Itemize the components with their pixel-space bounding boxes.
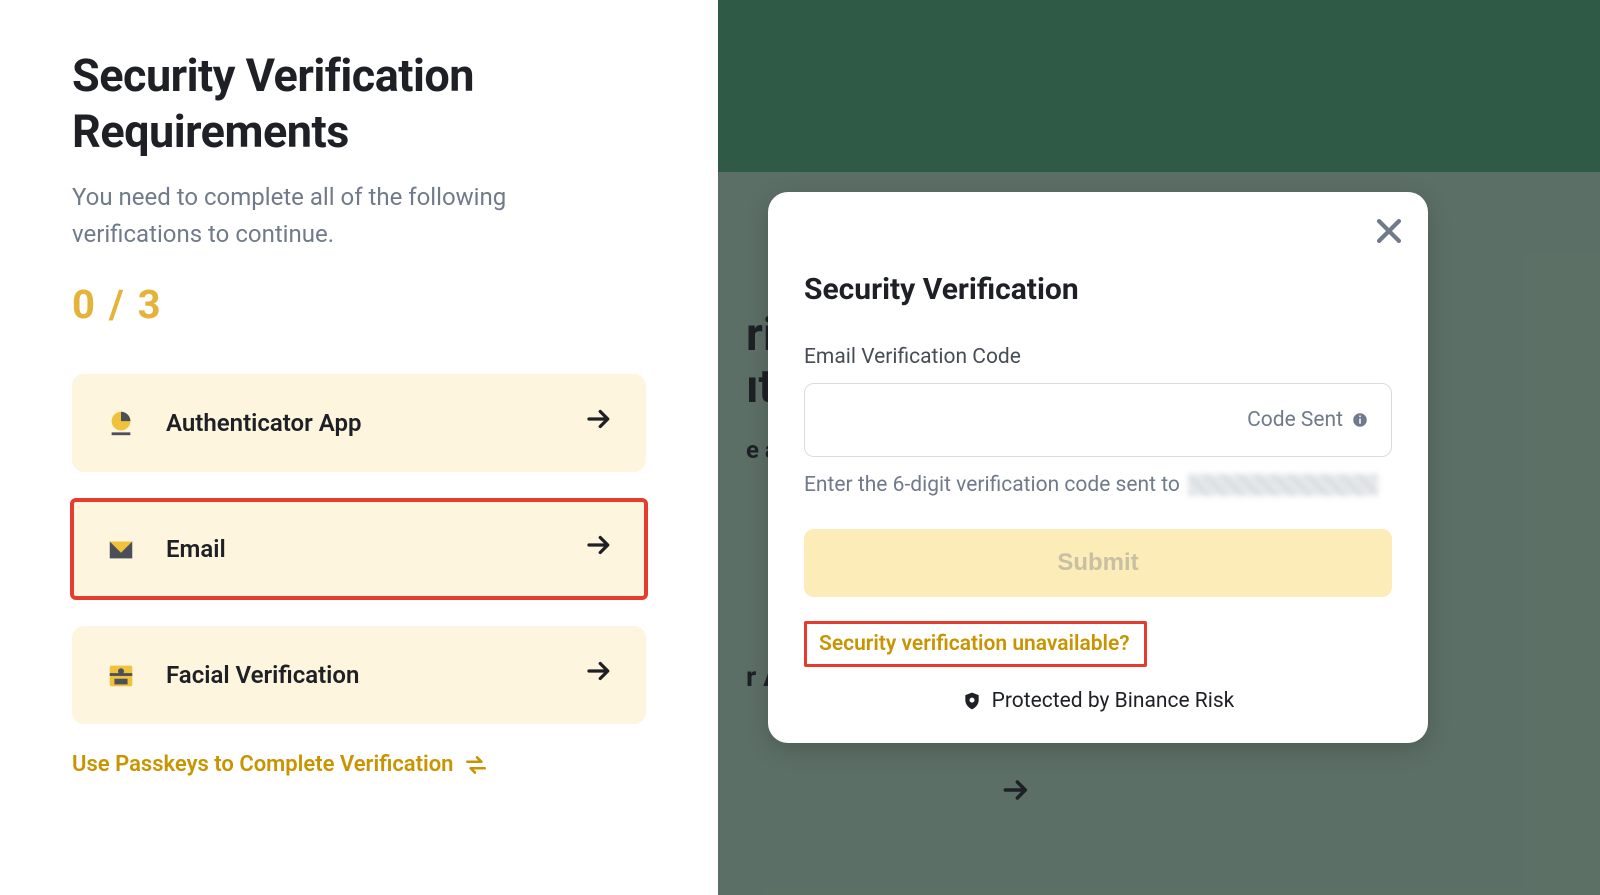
face-icon	[104, 658, 138, 692]
modal-title: Security Verification	[804, 272, 1392, 307]
method-facial-verification[interactable]: Facial Verification	[72, 626, 646, 724]
right-panel: rif ıt: e al r A Security Verification E…	[718, 0, 1600, 895]
close-button[interactable]	[1372, 214, 1406, 248]
arrow-right-icon	[584, 404, 614, 442]
arrow-right-icon	[584, 656, 614, 694]
page-title: Security Verification Requirements	[72, 48, 646, 161]
protected-by: Protected by Binance Risk	[804, 689, 1392, 713]
page-subtitle: You need to complete all of the followin…	[72, 179, 632, 253]
shield-icon	[962, 691, 982, 711]
passkey-link-label: Use Passkeys to Complete Verification	[72, 752, 453, 777]
progress-counter: 0 / 3	[72, 281, 646, 328]
method-authenticator-app[interactable]: Authenticator App	[72, 374, 646, 472]
submit-button[interactable]: Submit	[804, 529, 1392, 597]
code-input[interactable]	[827, 407, 1247, 433]
field-label: Email Verification Code	[804, 345, 1392, 369]
method-label: Facial Verification	[166, 661, 584, 689]
code-sent-status: Code Sent	[1247, 408, 1369, 432]
code-sent-label: Code Sent	[1247, 408, 1343, 432]
method-label: Email	[166, 535, 584, 563]
verification-unavailable-link[interactable]: Security verification unavailable?	[804, 621, 1147, 667]
info-icon	[1351, 411, 1369, 429]
security-verification-modal: Security Verification Email Verification…	[768, 192, 1428, 743]
verification-methods: Authenticator App Email	[72, 374, 646, 724]
authenticator-icon	[104, 406, 138, 440]
email-icon	[104, 532, 138, 566]
method-label: Authenticator App	[166, 409, 584, 437]
close-icon	[1372, 214, 1406, 248]
redacted-email	[1188, 474, 1378, 496]
swap-icon	[463, 752, 489, 778]
method-email[interactable]: Email	[72, 500, 646, 598]
requirements-panel: Security Verification Requirements You n…	[0, 0, 718, 895]
helper-label: Enter the 6-digit verification code sent…	[804, 473, 1180, 497]
arrow-right-icon	[1000, 774, 1032, 815]
arrow-right-icon	[584, 530, 614, 568]
code-input-wrapper[interactable]: Code Sent	[804, 383, 1392, 457]
helper-text: Enter the 6-digit verification code sent…	[804, 473, 1392, 497]
use-passkeys-link[interactable]: Use Passkeys to Complete Verification	[72, 752, 646, 778]
protected-label: Protected by Binance Risk	[992, 689, 1235, 713]
